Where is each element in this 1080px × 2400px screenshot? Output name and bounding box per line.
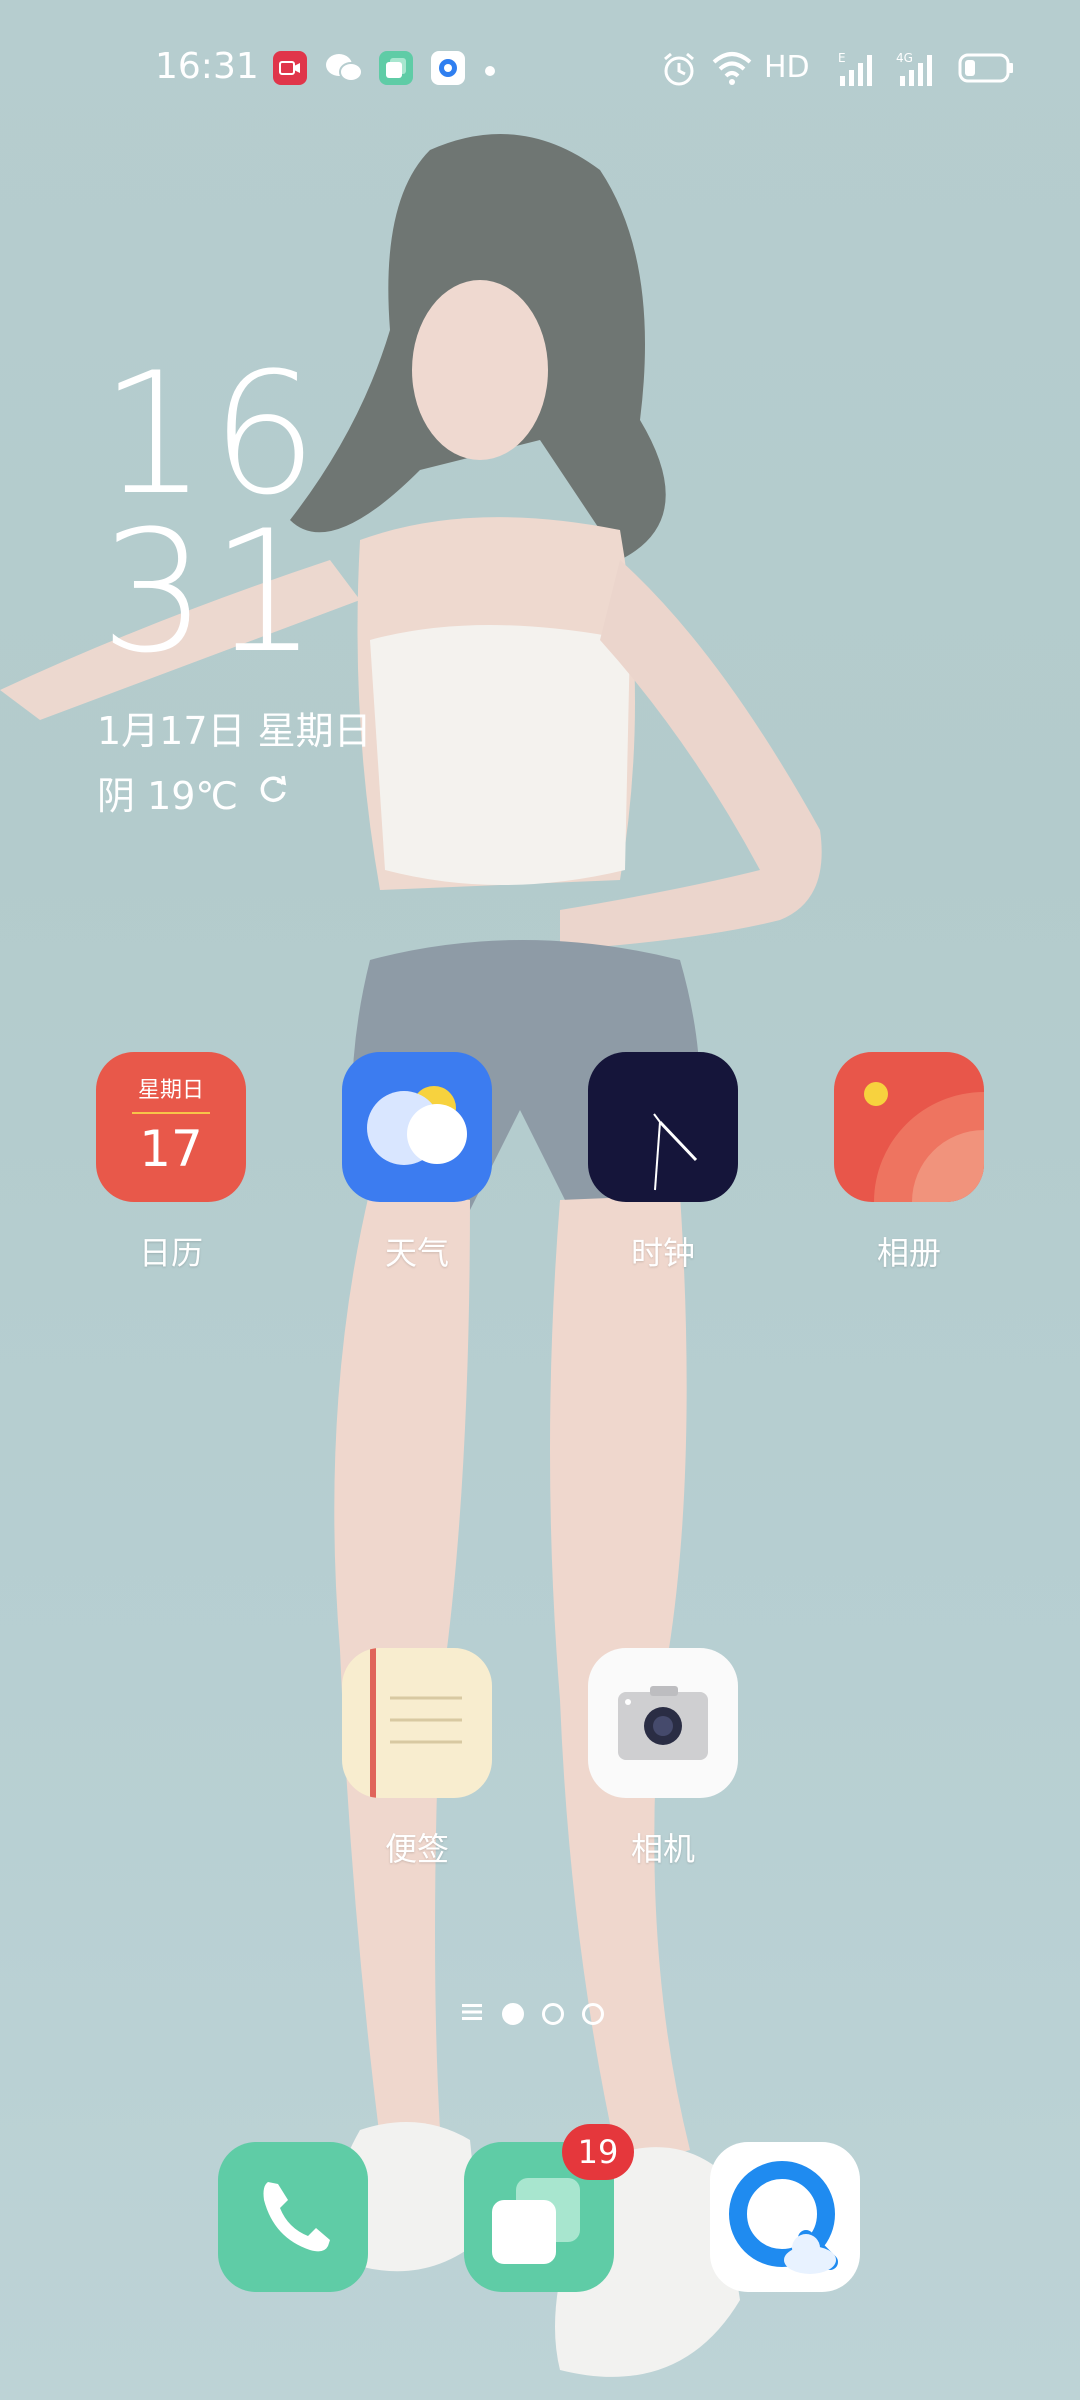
app-label: 相机 — [630, 1830, 695, 1868]
battery-icon — [958, 53, 1014, 87]
app-calendar[interactable]: 星期日 17 日历 — [96, 1052, 246, 1274]
notes-icon — [342, 1648, 492, 1798]
clock-icon — [588, 1052, 738, 1202]
app-multitask[interactable]: 19 — [464, 2124, 634, 2292]
refresh-icon[interactable] — [256, 771, 290, 815]
app-camera[interactable]: 相机 — [588, 1648, 738, 1870]
app-label: 时钟 — [630, 1234, 695, 1272]
weather-label: 阴 19℃ — [97, 774, 239, 818]
wechat-icon — [324, 50, 364, 90]
clock-minute: 31 — [100, 494, 322, 690]
status-time: 16:31 — [155, 46, 259, 87]
multitask-icon — [378, 50, 414, 90]
app-icon — [430, 50, 466, 90]
status-bar: 16:31 HD E 4G — [0, 40, 1080, 100]
alarm-icon — [660, 50, 698, 92]
camera-icon — [588, 1648, 738, 1798]
clock-hour: 16 — [100, 336, 322, 532]
gallery-icon — [834, 1052, 984, 1202]
wifi-icon — [712, 50, 752, 90]
notification-badge: 19 — [562, 2124, 634, 2180]
app-browser[interactable] — [710, 2142, 860, 2292]
app-clock[interactable]: 时钟 — [588, 1052, 738, 1274]
clock-widget[interactable]: 16 31 — [100, 336, 322, 690]
screen-record-icon — [272, 50, 308, 90]
page-dot-1[interactable] — [502, 2003, 524, 2025]
weather-summary[interactable]: 阴 19℃ — [97, 765, 290, 820]
browser-icon — [710, 2142, 860, 2292]
calendar-icon: 星期日 17 — [96, 1052, 246, 1202]
app-notes[interactable]: 便签 — [342, 1648, 492, 1870]
app-weather[interactable]: 天气 — [342, 1052, 492, 1274]
list-view-icon[interactable] — [460, 2000, 484, 2028]
page-indicator[interactable] — [460, 2000, 604, 2028]
phone-icon — [218, 2142, 368, 2292]
page-dot-2[interactable] — [542, 2003, 564, 2025]
calendar-weekday: 星期日 — [137, 1078, 204, 1103]
app-label: 日历 — [138, 1234, 203, 1272]
app-label: 相册 — [876, 1234, 941, 1272]
page-dot-3[interactable] — [582, 2003, 604, 2025]
app-gallery[interactable]: 相册 — [834, 1052, 984, 1274]
weather-icon — [342, 1052, 492, 1202]
dot-icon — [484, 62, 496, 81]
app-phone[interactable] — [218, 2142, 368, 2292]
svg-text:4G: 4G — [896, 51, 913, 65]
app-label: 便签 — [384, 1830, 449, 1868]
calendar-day: 17 — [139, 1120, 203, 1178]
signal-e-icon: E — [836, 50, 880, 92]
date-label: 1月17日 星期日 — [97, 709, 372, 753]
app-label: 天气 — [384, 1234, 449, 1272]
signal-4g-icon: 4G — [896, 50, 940, 92]
network-label: HD — [764, 50, 810, 85]
svg-text:E: E — [838, 51, 846, 65]
